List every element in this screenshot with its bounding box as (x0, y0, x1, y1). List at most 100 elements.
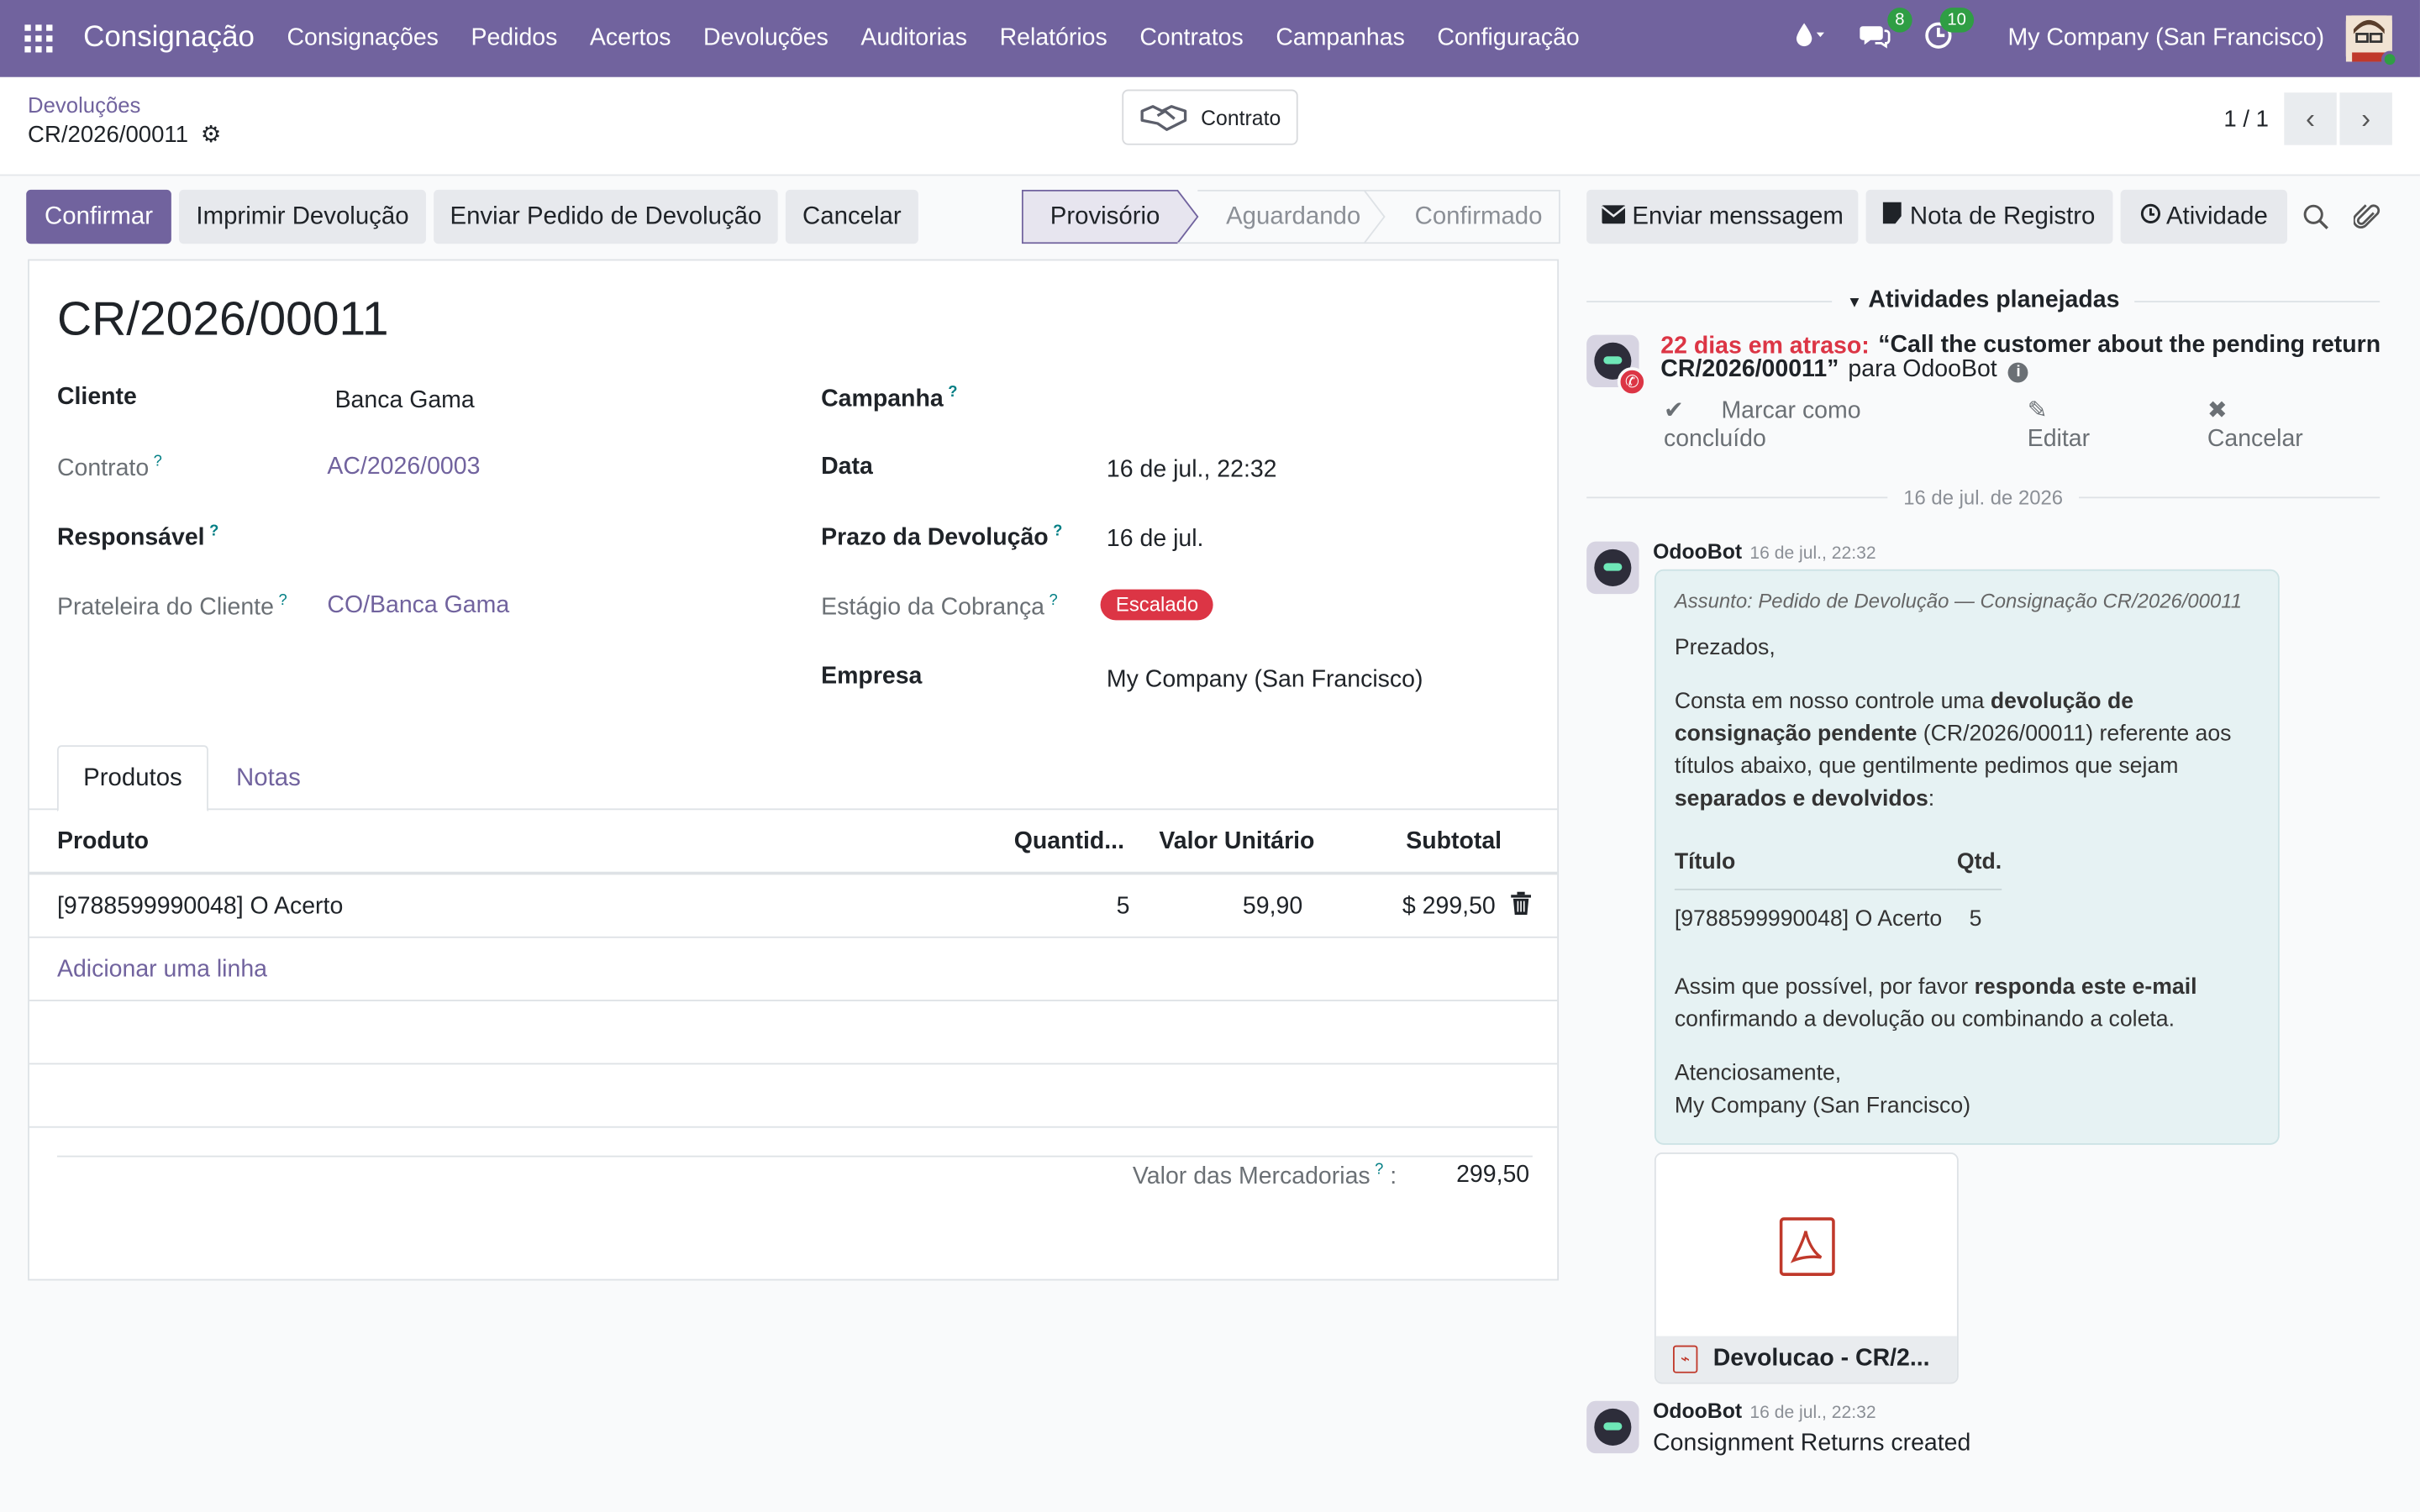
tab-notas[interactable]: Notas (236, 745, 301, 811)
campaign-field[interactable] (1101, 381, 1518, 415)
contract-button-label: Contrato (1201, 105, 1281, 129)
online-status-dot (2381, 50, 2399, 68)
customer-shelf-label: Prateleira do Cliente? (56, 592, 287, 621)
edit-activity-button[interactable]: ✎ Editar (2028, 396, 2176, 454)
row-quantity[interactable]: 5 (1117, 893, 1130, 921)
trash-icon[interactable] (1511, 891, 1532, 921)
menu-campanhas[interactable]: Campanhas (1276, 24, 1405, 52)
planned-activities-title: ▼ Atividades planejadas (1846, 286, 2120, 313)
col-valor-unitario[interactable]: Valor Unitário (1159, 828, 1314, 856)
pager-counter[interactable]: 1 / 1 (2223, 107, 2269, 133)
form-sheet: CR/2026/00011 Cliente Banca Gama Contrat… (28, 259, 1560, 1281)
message-item-title: [9788599990048] O Acerto (1674, 906, 1943, 932)
message-author: OdooBot 16 de jul., 22:32 (1653, 1399, 1876, 1423)
message-subject: Assunto: Pedido de Devolução — Consignaç… (1674, 589, 2243, 613)
col-quantidade[interactable]: Quantid... (1014, 828, 1124, 856)
totals-divider (56, 1155, 1533, 1158)
col-produto[interactable]: Produto (57, 828, 149, 856)
close-icon: ✖ (2207, 397, 2228, 425)
record-title: CR/2026/00011 (56, 291, 389, 346)
date-label: Data (821, 453, 873, 480)
odoobot-avatar (1586, 1400, 1639, 1454)
gear-icon[interactable]: ⚙ (201, 120, 222, 148)
return-deadline-field[interactable]: 16 de jul. (1107, 526, 1204, 554)
top-navbar: Consignação Consignações Pedidos Acertos… (0, 0, 2420, 77)
note-icon (1883, 202, 1902, 232)
responsible-field[interactable] (327, 520, 775, 554)
add-line-link[interactable]: Adicionar uma linha (57, 957, 267, 984)
chat-icon[interactable]: 8 (1860, 7, 1912, 56)
apps-menu-icon[interactable] (24, 24, 53, 53)
date-field[interactable]: 16 de jul., 22:32 (1107, 457, 1277, 485)
message-items-table: Título Qtd. [9788599990048] O Acerto 5 (1674, 837, 2002, 950)
activity-button[interactable]: Atividade (2120, 189, 2287, 244)
menu-consignacoes[interactable]: Consignações (287, 24, 438, 52)
menu-relatorios[interactable]: Relatórios (1000, 24, 1107, 52)
row-product[interactable]: [9788599990048] O Acerto (57, 893, 343, 921)
menu-acertos[interactable]: Acertos (590, 24, 671, 52)
message-date: 16 de jul., 22:32 (1749, 544, 1876, 564)
breadcrumb-parent[interactable]: Devoluções (28, 92, 140, 117)
droplet-icon[interactable] (1795, 21, 1826, 56)
goods-value: 299,50 (1456, 1162, 1530, 1189)
customer-field[interactable]: Banca Gama (335, 387, 475, 415)
send-return-request-button[interactable]: Enviar Pedido de Devolução (434, 189, 778, 244)
mark-done-button[interactable]: ✔ Marcar como concluído (1664, 396, 1996, 454)
col-subtotal[interactable]: Subtotal (1406, 828, 1502, 856)
app-brand[interactable]: Consignação (83, 22, 255, 55)
app-root: Consignação Consignações Pedidos Acertos… (0, 0, 2420, 1512)
contract-label: Contrato? (56, 453, 162, 482)
stage-provisorio[interactable]: Provisório (1022, 190, 1188, 244)
handshake-icon (1140, 105, 1187, 131)
customer-shelf-field[interactable]: CO/Banca Gama (327, 592, 509, 620)
message-paragraph-1: Consta em nosso controle uma devolução d… (1674, 690, 2232, 812)
chevron-right-icon: › (2361, 102, 2371, 134)
search-icon[interactable] (2302, 203, 2328, 237)
stage-confirmado[interactable]: Confirmado (1386, 190, 1570, 244)
send-message-button[interactable]: Enviar menssagem (1586, 189, 1859, 244)
company-switcher[interactable]: My Company (San Francisco) (2008, 24, 2325, 52)
user-avatar[interactable] (2345, 15, 2399, 68)
attachment-name[interactable]: Devolucao - CR/2... (1713, 1346, 1930, 1373)
message-body: Consignment Returns created (1653, 1430, 1971, 1457)
menu-configuracao[interactable]: Configuração (1437, 24, 1579, 52)
products-table-header: Produto Quantid... Valor Unitário Subtot… (29, 810, 1558, 875)
pdf-attachment-card[interactable]: ⌁ Devolucao - CR/2... (1654, 1152, 1959, 1384)
pager-previous-button[interactable]: ‹ (2284, 92, 2337, 145)
table-row[interactable]: [9788599990048] O Acerto 5 59,90 $ 299,5… (29, 874, 1558, 938)
menu-devolucoes[interactable]: Devoluções (703, 24, 829, 52)
add-line-row: Adicionar uma linha (29, 938, 1558, 1002)
cancel-button[interactable]: Cancelar (785, 189, 918, 244)
print-return-button[interactable]: Imprimir Devolução (179, 189, 426, 244)
phone-icon: ✆ (1617, 367, 1647, 397)
stage-aguardando[interactable]: Aguardando (1201, 190, 1386, 244)
company-label: Empresa (821, 663, 923, 690)
message-author: OdooBot 16 de jul., 22:32 (1653, 539, 1876, 564)
contract-field[interactable]: AC/2026/0003 (327, 454, 480, 481)
menu-contratos[interactable]: Contratos (1139, 24, 1243, 52)
log-note-label: Nota de Registro (1909, 202, 2096, 229)
log-note-button[interactable]: Nota de Registro (1865, 189, 2113, 244)
check-icon: ✔ (1663, 397, 1691, 425)
cancel-activity-button[interactable]: ✖ Cancelar (2207, 396, 2389, 454)
confirm-button[interactable]: Confirmar (26, 189, 171, 244)
contract-smart-button[interactable]: Contrato (1122, 89, 1298, 145)
paperclip-icon[interactable] (2352, 202, 2381, 239)
message-col-qty: Qtd. (1956, 837, 2002, 890)
clock-icon[interactable]: 10 (1924, 7, 1975, 56)
message-item-qty: 5 (1969, 906, 1982, 932)
pager-next-button[interactable]: › (2339, 92, 2392, 145)
company-field[interactable]: My Company (San Francisco) (1107, 666, 1423, 694)
tab-produtos[interactable]: Produtos (56, 745, 208, 812)
customer-label: Cliente (56, 384, 137, 411)
odoobot-avatar (1586, 541, 1639, 595)
menu-pedidos[interactable]: Pedidos (471, 24, 557, 52)
row-unit-price[interactable]: 59,90 (1243, 893, 1302, 921)
info-icon[interactable]: i (2008, 362, 2028, 383)
pdf-preview[interactable] (1656, 1154, 1957, 1339)
planned-activities-header[interactable]: ▼ Atividades planejadas (1586, 286, 2381, 317)
menu-auditorias[interactable]: Auditorias (860, 24, 967, 52)
collection-stage-badge[interactable]: Escalado (1100, 589, 1214, 621)
responsible-label: Responsável? (56, 522, 219, 551)
empty-row (29, 1064, 1558, 1128)
